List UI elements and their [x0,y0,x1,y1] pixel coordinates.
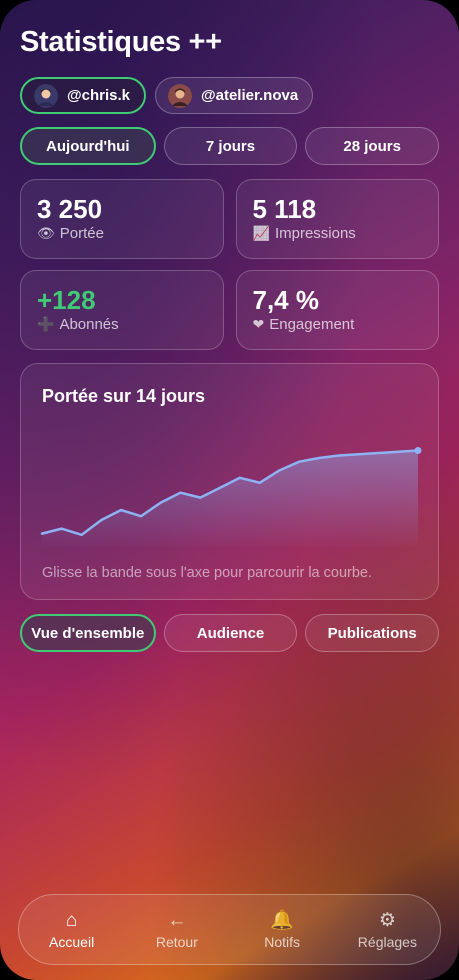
stat-card-engagement[interactable]: 7,4 % ❤ Engagement [235,270,439,350]
tab-overview[interactable]: Vue d'ensemble [20,614,156,652]
nav-notifications[interactable]: 🔔 Notifs [232,910,332,950]
stat-card-followers[interactable]: +128 ➕ Abonnés [20,270,224,350]
range-today[interactable]: Aujourd'hui [20,127,156,165]
stat-label: Engagement [269,316,355,333]
nav-settings[interactable]: ⚙ Réglages [337,910,437,950]
chart-point-last [414,447,422,455]
account-switcher: @chris.k @atelier.nova [20,77,314,114]
account-handle: @atelier.nova [201,87,299,104]
bell-icon: 🔔 [270,909,294,931]
bottom-nav: ⌂ Accueil ← Retour 🔔 Notifs ⚙ Réglages [18,894,441,965]
reach-chart-card: Portée sur 14 jours Glisse la bande sous… [20,363,439,600]
tab-publications[interactable]: Publications [305,614,440,652]
eye-icon: 👁 [37,225,55,241]
section-tabs: Vue d'ensemble Audience Publications [20,614,440,652]
page-title: Statistiques ++ [20,26,222,58]
plus-icon: ➕ [37,316,55,332]
phone-screen: Statistiques ++ @chris.k @atelier.nova A… [0,0,459,980]
chart-hint: Glisse la bande sous l'axe pour parcouri… [42,565,373,581]
chart-area-fill [42,450,418,546]
account-chip-atelier[interactable]: @atelier.nova [155,77,314,114]
avatar [34,83,58,108]
stat-card-reach[interactable]: 3 250 👁 Portée [20,179,224,259]
nav-home[interactable]: ⌂ Accueil [22,910,122,950]
account-handle: @chris.k [67,87,130,104]
gear-icon: ⚙ [378,909,396,931]
nav-label: Retour [155,933,198,950]
heart-icon: ❤ [252,316,265,332]
nav-label: Réglages [357,933,417,950]
chart-up-icon: 📈 [252,225,270,241]
nav-back[interactable]: ← Retour [127,910,227,950]
stats-grid: 3 250 👁 Portée 5 118 📈 Impressions +128 ➕ A… [20,179,439,350]
range-7-days[interactable]: 7 jours [163,127,298,165]
range-28-days[interactable]: 28 jours [305,127,440,165]
stat-value: 7,4 % [252,285,320,315]
stat-value: 3 250 [37,194,103,224]
stat-label: Abonnés [59,316,119,333]
stat-value: +128 [37,285,96,315]
account-chip-chris[interactable]: @chris.k [20,77,146,114]
arrow-left-icon: ← [167,909,187,931]
tab-audience[interactable]: Audience [163,614,298,652]
nav-label: Notifs [264,933,301,950]
stat-label: Impressions [274,225,356,242]
stat-label: Portée [59,225,104,242]
stat-card-impressions[interactable]: 5 118 📈 Impressions [235,179,439,259]
nav-label: Accueil [49,933,95,950]
home-icon: ⌂ [65,909,78,931]
date-range-selector: Aujourd'hui 7 jours 28 jours [20,127,440,165]
stat-value: 5 118 [252,194,317,224]
avatar [168,83,192,108]
